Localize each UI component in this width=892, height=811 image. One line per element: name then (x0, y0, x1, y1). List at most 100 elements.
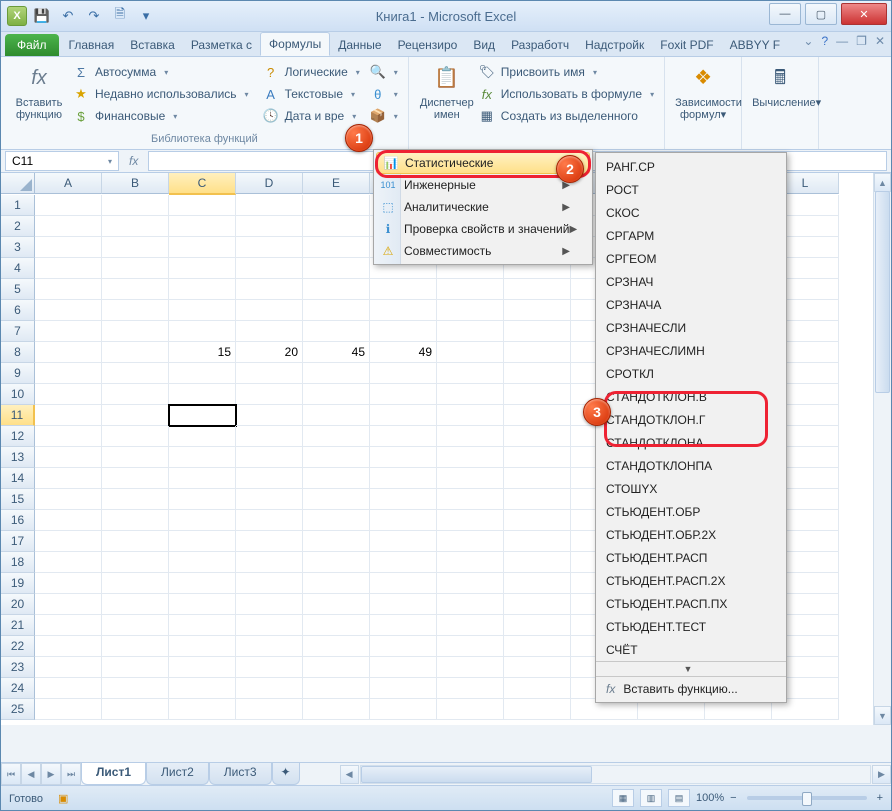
cell[interactable] (102, 552, 169, 573)
cell[interactable] (236, 216, 303, 237)
cell[interactable] (236, 531, 303, 552)
cell[interactable] (102, 300, 169, 321)
cell[interactable] (236, 300, 303, 321)
cell[interactable] (169, 363, 236, 384)
cell[interactable] (504, 405, 571, 426)
cell[interactable] (35, 468, 102, 489)
cell[interactable] (504, 279, 571, 300)
recent-button[interactable]: ★Недавно использовались▾ (73, 85, 249, 103)
view-break-icon[interactable]: ▤ (668, 789, 690, 807)
tab-next-icon[interactable]: ▶ (41, 763, 61, 785)
financial-button[interactable]: $Финансовые▾ (73, 107, 249, 125)
tab-home[interactable]: Главная (61, 34, 123, 56)
cell[interactable] (169, 615, 236, 636)
row-header[interactable]: 23 (1, 657, 35, 678)
cell[interactable] (169, 678, 236, 699)
view-layout-icon[interactable]: ▥ (640, 789, 662, 807)
cell[interactable] (102, 636, 169, 657)
cell[interactable] (236, 384, 303, 405)
doc-minimize-icon[interactable]: — (836, 34, 848, 48)
cell[interactable] (236, 657, 303, 678)
cell[interactable] (169, 510, 236, 531)
cell[interactable] (35, 195, 102, 216)
cell[interactable] (303, 405, 370, 426)
row-header[interactable]: 3 (1, 237, 35, 258)
column-header[interactable]: B (102, 173, 169, 194)
new-sheet-button[interactable]: ✦ (272, 763, 300, 785)
cell[interactable] (370, 363, 437, 384)
cell[interactable] (169, 573, 236, 594)
function-item[interactable]: СРЗНАЧЕСЛИ (596, 316, 786, 339)
tab-developer[interactable]: Разработч (503, 34, 577, 56)
tab-abbyy[interactable]: ABBYY F (722, 34, 788, 56)
cell[interactable] (35, 300, 102, 321)
app-icon[interactable]: X (7, 6, 27, 26)
cell[interactable] (504, 657, 571, 678)
cell[interactable] (35, 510, 102, 531)
cell[interactable] (370, 678, 437, 699)
cell[interactable] (236, 615, 303, 636)
tab-last-icon[interactable]: ⏭ (61, 763, 81, 785)
cell[interactable] (35, 594, 102, 615)
cell[interactable] (35, 405, 102, 426)
function-item[interactable]: СРГАРМ (596, 224, 786, 247)
cell[interactable] (437, 594, 504, 615)
cell[interactable] (504, 363, 571, 384)
cell[interactable] (102, 279, 169, 300)
function-item[interactable]: СРЗНАЧЕСЛИМН (596, 339, 786, 362)
cell[interactable] (370, 405, 437, 426)
row-header[interactable]: 5 (1, 279, 35, 300)
cell[interactable] (504, 699, 571, 720)
cell[interactable] (437, 384, 504, 405)
function-item[interactable]: СЧЁТ (596, 638, 786, 661)
cell[interactable] (303, 447, 370, 468)
qat-undo-icon[interactable]: ↶ (57, 5, 79, 27)
cell[interactable] (169, 489, 236, 510)
row-header[interactable]: 16 (1, 510, 35, 531)
scroll-thumb[interactable] (875, 191, 890, 393)
cell[interactable] (236, 426, 303, 447)
menu-item-compatibility[interactable]: ⚠ Совместимость▶ (374, 240, 592, 262)
cell[interactable] (437, 699, 504, 720)
cell[interactable] (169, 195, 236, 216)
maximize-button[interactable]: ▢ (805, 3, 837, 25)
name-manager-button[interactable]: 📋 Диспетчер имен (419, 61, 475, 145)
cell[interactable] (303, 531, 370, 552)
row-header[interactable]: 15 (1, 489, 35, 510)
scroll-right-icon[interactable]: ▶ (872, 765, 891, 784)
cell[interactable] (370, 384, 437, 405)
cell[interactable] (370, 279, 437, 300)
cell[interactable] (102, 699, 169, 720)
cell[interactable] (169, 699, 236, 720)
datetime-button[interactable]: 🕓Дата и вре▾ (263, 107, 360, 125)
cell[interactable] (370, 489, 437, 510)
fx-icon[interactable]: fx (129, 154, 138, 168)
cell[interactable] (437, 510, 504, 531)
cell[interactable] (169, 594, 236, 615)
tab-addins[interactable]: Надстройк (577, 34, 652, 56)
cell[interactable] (169, 636, 236, 657)
cell[interactable] (236, 489, 303, 510)
sheet-tab-2[interactable]: Лист2 (146, 763, 209, 785)
zoom-slider[interactable] (747, 796, 867, 800)
cell[interactable] (437, 573, 504, 594)
cell[interactable] (303, 615, 370, 636)
cell[interactable] (35, 342, 102, 363)
ribbon-minimize-icon[interactable]: ⌄ (803, 34, 813, 48)
cell[interactable] (370, 468, 437, 489)
qat-customize-icon[interactable]: ▾ (135, 5, 157, 27)
cell[interactable] (169, 258, 236, 279)
cell[interactable] (303, 321, 370, 342)
cell[interactable] (102, 405, 169, 426)
cell[interactable] (437, 552, 504, 573)
cell[interactable] (236, 468, 303, 489)
close-button[interactable]: ✕ (841, 3, 887, 25)
row-header[interactable]: 14 (1, 468, 35, 489)
cell[interactable] (236, 447, 303, 468)
cell[interactable] (303, 363, 370, 384)
cell[interactable] (370, 615, 437, 636)
hscroll-thumb[interactable] (361, 766, 592, 783)
column-header[interactable]: E (303, 173, 370, 194)
cell[interactable] (102, 531, 169, 552)
cell[interactable] (504, 342, 571, 363)
